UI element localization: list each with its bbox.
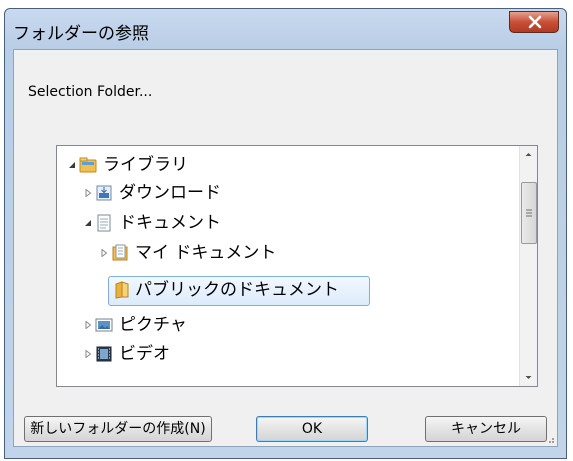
dialog-description: Selection Folder...: [28, 84, 153, 100]
scroll-up-button[interactable]: [520, 146, 537, 163]
close-icon: [528, 15, 542, 29]
tree-item-label: ピクチャ: [119, 315, 187, 335]
collapsed-arrow-icon[interactable]: [99, 240, 111, 267]
scrollbar-thumb[interactable]: [521, 182, 537, 244]
cancel-button[interactable]: キャンセル: [425, 416, 547, 442]
collapsed-arrow-icon[interactable]: [83, 341, 95, 368]
dialog-client-area: Selection Folder... ライブラリ ダウンロード ドキュメント …: [13, 49, 558, 447]
ok-button[interactable]: OK: [256, 416, 368, 442]
folder-icon: [113, 281, 131, 299]
close-button[interactable]: [509, 11, 559, 33]
chevron-down-icon: [525, 376, 532, 379]
tree-item-label: マイ ドキュメント: [135, 243, 277, 263]
tree-item-label: ライブラリ: [103, 155, 188, 175]
library-folder-icon: [79, 156, 97, 174]
new-folder-button[interactable]: 新しいフォルダーの作成(N): [24, 416, 212, 442]
tree-scrollbar[interactable]: [519, 146, 537, 386]
chevron-up-icon: [525, 153, 532, 156]
background-strip: [0, 0, 573, 8]
tree-item-label: ビデオ: [119, 344, 170, 364]
tree-item-label: ダウンロード: [119, 183, 221, 203]
pictures-library-icon: [95, 316, 113, 334]
my-documents-icon: [111, 244, 129, 262]
resize-grip-icon[interactable]: [545, 434, 555, 444]
dialog-title: フォルダーの参照: [13, 24, 149, 44]
tree-item-label: ドキュメント: [119, 213, 221, 233]
scroll-down-button[interactable]: [520, 369, 537, 386]
folder-browse-dialog: フォルダーの参照 Selection Folder... ライブラリ ダウンロー…: [4, 8, 567, 459]
documents-library-icon: [95, 214, 113, 232]
expanded-arrow-icon[interactable]: [67, 152, 79, 179]
grip-icon: [526, 209, 532, 217]
collapsed-arrow-icon[interactable]: [83, 180, 95, 207]
videos-library-icon: [95, 345, 113, 363]
tree-item-label: パブリックのドキュメント: [135, 280, 339, 300]
collapsed-arrow-icon[interactable]: [83, 312, 95, 339]
download-folder-icon: [95, 184, 113, 202]
expanded-arrow-icon[interactable]: [83, 210, 95, 237]
folder-tree[interactable]: ライブラリ ダウンロード ドキュメント マイ ドキュメント パブリックのドキュメ…: [56, 145, 538, 387]
